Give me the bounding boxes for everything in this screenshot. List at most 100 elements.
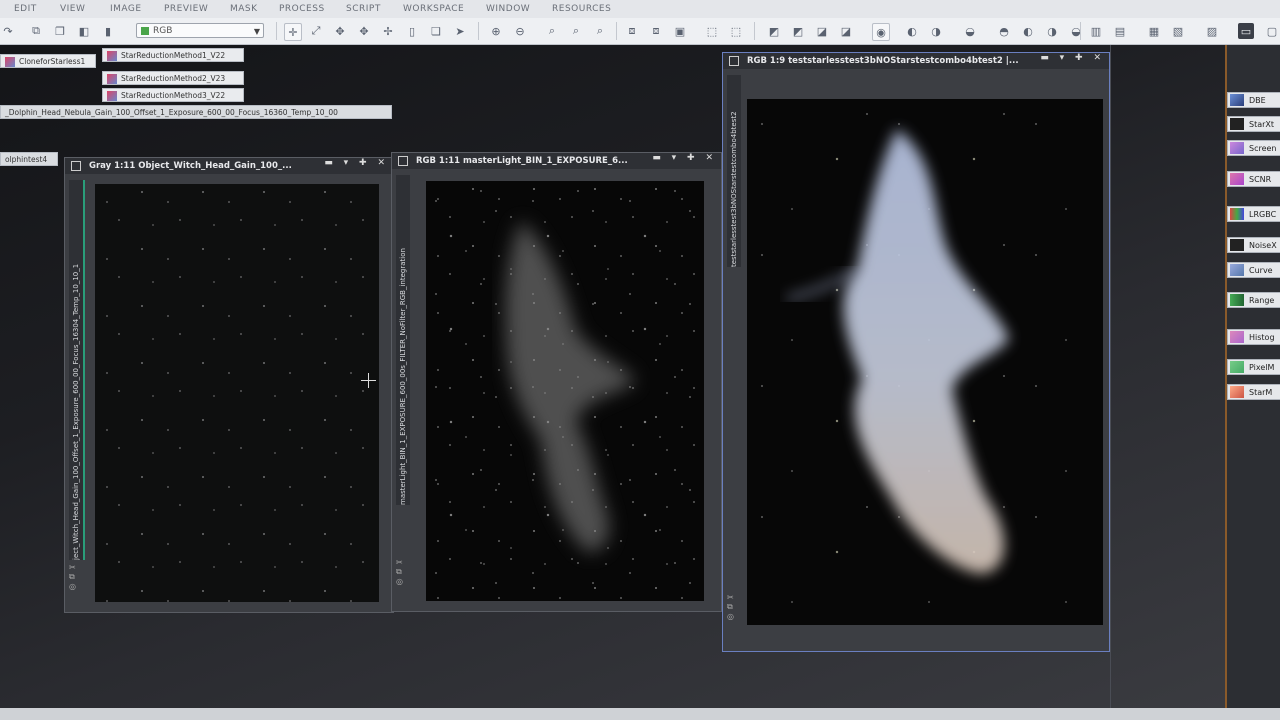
side-icon-curves[interactable]: Curve <box>1227 262 1280 278</box>
stf-icon[interactable]: ◐ <box>904 23 920 39</box>
stf5-icon[interactable]: ◐ <box>1020 23 1036 39</box>
channel-icon[interactable]: ▮ <box>100 23 116 39</box>
move-tool-icon[interactable]: ✛ <box>284 23 302 41</box>
side-icon-dbe[interactable]: DBE <box>1227 92 1280 108</box>
nebula-shape <box>786 129 1009 574</box>
image-canvas[interactable] <box>426 181 704 601</box>
image-canvas[interactable] <box>747 99 1103 625</box>
icon-dolphin[interactable]: _Dolphin_Head_Nebula_Gain_100_Offset_1_E… <box>0 105 392 119</box>
image-window-rgb[interactable]: RGB 1:9 teststarlesstest3bNOStarstestcom… <box>722 52 1110 652</box>
menu-window[interactable]: WINDOW <box>486 4 530 14</box>
scnr-icon <box>1230 173 1244 185</box>
move-icon[interactable]: ✥ <box>356 23 372 39</box>
frame-icon[interactable]: ▣ <box>672 23 688 39</box>
page-icon[interactable]: ▯ <box>404 23 420 39</box>
toolbar-separator <box>616 22 617 40</box>
window-title: Gray 1:11 Object_Witch_Head_Gain_100_... <box>88 161 292 171</box>
menu-resources[interactable]: RESOURCES <box>552 4 611 14</box>
menu-process[interactable]: PROCESS <box>279 4 325 14</box>
image-window-gray[interactable]: Gray 1:11 Object_Witch_Head_Gain_100_...… <box>64 157 394 613</box>
crop-icon[interactable]: ⬚ <box>704 23 720 39</box>
mask-icon[interactable]: ◩ <box>766 23 782 39</box>
crop2-icon[interactable]: ⬚ <box>728 23 744 39</box>
zoom-2-icon[interactable]: ⌕ <box>592 23 608 39</box>
color-space-combo[interactable]: RGB ▼ <box>136 23 264 38</box>
window-controls[interactable]: ▬ ▾ ✚ ✕ <box>652 153 717 163</box>
stack-icon[interactable]: ❏ <box>428 23 444 39</box>
mask-toggle-icon[interactable]: ◉ <box>872 23 890 41</box>
side-icon-histog[interactable]: Histog <box>1227 329 1280 345</box>
mini-icons[interactable]: ✂ ⧉ ◎ <box>396 558 403 586</box>
color-icon[interactable]: ◧ <box>76 23 92 39</box>
side-icon-lrgbc[interactable]: LRGBC <box>1227 206 1280 222</box>
toolbar: ↷ ⧉ ❐ ◧ ▮ RGB ▼ ✛ ⤢ ✥ ✥ ✢ ▯ ❏ ➤ ⊕ ⊖ ⌕ ⌕ … <box>0 18 1280 45</box>
toolbar-separator <box>754 22 755 40</box>
window-vertical-tab[interactable]: masterLight_BIN_1_EXPOSURE_600_00s_FILTE… <box>396 175 410 505</box>
monitor-icon[interactable]: ▭ <box>1238 23 1254 39</box>
panel3-icon[interactable]: ▦ <box>1146 23 1162 39</box>
zoom-fit-icon[interactable]: ⌕ <box>544 23 560 39</box>
panel4-icon[interactable]: ▧ <box>1170 23 1186 39</box>
window-icon[interactable]: ▢ <box>1264 23 1280 39</box>
stf6-icon[interactable]: ◑ <box>1044 23 1060 39</box>
mask4-icon[interactable]: ◪ <box>838 23 854 39</box>
mini-icons[interactable]: ✂ ⧉ ◎ <box>727 593 734 621</box>
image-canvas[interactable] <box>95 184 379 602</box>
pan-icon[interactable]: ✥ <box>332 23 348 39</box>
side-icon-pixelm[interactable]: PixelM <box>1227 359 1280 375</box>
window-vertical-tab[interactable]: ject_Witch_Head_Gain_100_Offset_1_Exposu… <box>69 180 85 560</box>
stf7-icon[interactable]: ◒ <box>1068 23 1084 39</box>
fit-icon[interactable]: ⤢ <box>308 23 324 39</box>
side-icon-starm[interactable]: StarM <box>1227 384 1280 400</box>
mini-icons[interactable]: ✂ ⧉ ◎ <box>69 563 76 591</box>
image-window-master[interactable]: RGB 1:11 masterLight_BIN_1_EXPOSURE_6...… <box>391 152 722 612</box>
mask3-icon[interactable]: ◪ <box>814 23 830 39</box>
preview-icon[interactable]: ⧈ <box>624 23 640 39</box>
menu-mask[interactable]: MASK <box>230 4 258 14</box>
window-icon <box>398 155 408 166</box>
zoom-in-icon[interactable]: ⊕ <box>488 23 504 39</box>
window-controls[interactable]: ▬ ▾ ✚ ✕ <box>324 158 389 168</box>
menu-script[interactable]: SCRIPT <box>346 4 381 14</box>
zoom-out-icon[interactable]: ⊖ <box>512 23 528 39</box>
side-icon-scnr[interactable]: SCNR <box>1227 171 1280 187</box>
pointer-icon[interactable]: ➤ <box>452 23 468 39</box>
toolbar-separator <box>478 22 479 40</box>
histogram-icon <box>1230 331 1244 343</box>
icon-method3[interactable]: StarReductionMethod3_V22 <box>102 88 244 102</box>
menu-image[interactable]: IMAGE <box>110 4 142 14</box>
dbe-icon <box>1230 94 1244 106</box>
icon-dolphintest[interactable]: olphintest4 <box>0 152 58 166</box>
process-icon <box>5 57 15 67</box>
side-icon-noisex[interactable]: NoiseX <box>1227 237 1280 253</box>
workspace[interactable]: CloneforStarless1 StarReductionMethod1_V… <box>0 45 1225 710</box>
mask2-icon[interactable]: ◩ <box>790 23 806 39</box>
icon-label: StarReductionMethod1_V22 <box>121 51 226 60</box>
curves-icon <box>1230 264 1244 276</box>
icon-clone[interactable]: CloneforStarless1 <box>0 54 96 68</box>
side-icon-starxt[interactable]: StarXt <box>1227 116 1280 132</box>
panel-icon[interactable]: ▥ <box>1088 23 1104 39</box>
menu-workspace[interactable]: WORKSPACE <box>403 4 464 14</box>
preview2-icon[interactable]: ⧈ <box>648 23 664 39</box>
stf4-icon[interactable]: ◓ <box>996 23 1012 39</box>
menu-edit[interactable]: EDIT <box>14 4 37 14</box>
stf3-icon[interactable]: ◒ <box>962 23 978 39</box>
menu-view[interactable]: VIEW <box>60 4 85 14</box>
window-controls[interactable]: ▬ ▾ ✚ ✕ <box>1040 53 1105 63</box>
drag-icon[interactable]: ✢ <box>380 23 396 39</box>
window-vertical-tab[interactable]: teststarlesstest3bNOStarstestcombo4btest… <box>727 75 741 267</box>
stf2-icon[interactable]: ◑ <box>928 23 944 39</box>
redo-icon[interactable]: ↷ <box>0 23 16 39</box>
icon-method1[interactable]: StarReductionMethod1_V22 <box>102 48 244 62</box>
icon-method2[interactable]: StarReductionMethod2_V23 <box>102 71 244 85</box>
side-icon-range[interactable]: Range <box>1227 292 1280 308</box>
window-title: RGB 1:11 masterLight_BIN_1_EXPOSURE_6... <box>415 156 628 166</box>
copy-icon[interactable]: ⧉ <box>28 23 44 39</box>
zoom-1-icon[interactable]: ⌕ <box>568 23 584 39</box>
panel5-icon[interactable]: ▨ <box>1204 23 1220 39</box>
side-icon-screen[interactable]: Screen <box>1227 140 1280 156</box>
panel2-icon[interactable]: ▤ <box>1112 23 1128 39</box>
menu-preview[interactable]: PREVIEW <box>164 4 208 14</box>
duplicate-icon[interactable]: ❐ <box>52 23 68 39</box>
